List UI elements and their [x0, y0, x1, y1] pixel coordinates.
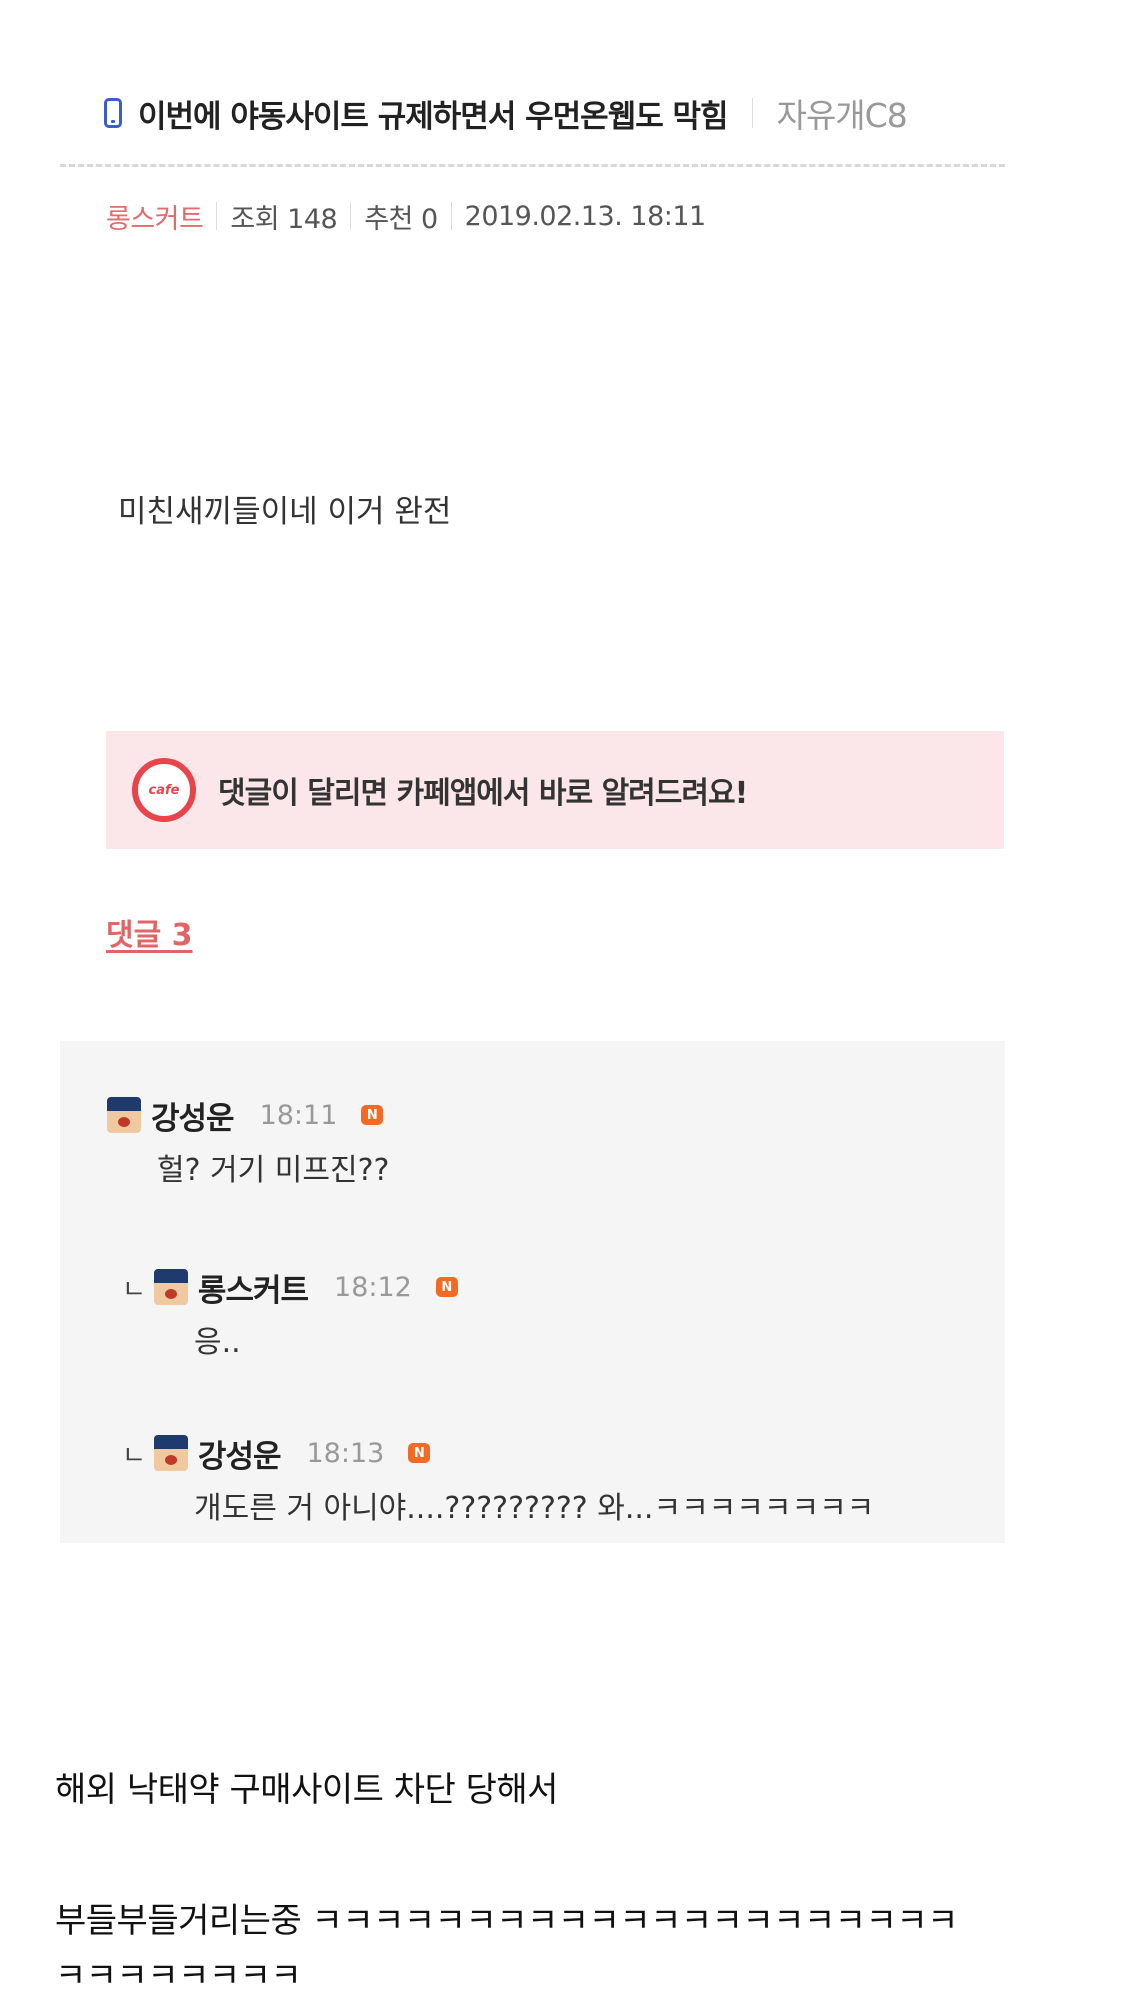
- new-badge-icon: N: [435, 1277, 458, 1297]
- post-author-link[interactable]: 롱스커트: [106, 197, 204, 236]
- comment-author[interactable]: 강성운: [151, 1093, 235, 1138]
- new-badge-icon: N: [408, 1443, 431, 1463]
- reply-item: ㄴ 강성운 18:13 N 개도른 거 아니야....????????? 와..…: [122, 1431, 874, 1527]
- comment-time: 18:12: [334, 1271, 412, 1303]
- avatar[interactable]: [107, 1097, 141, 1133]
- comment-text: 응..: [194, 1325, 241, 1360]
- mobile-phone-icon: [104, 98, 122, 128]
- reply-item: ㄴ 롱스커트 18:12 N 응..: [122, 1265, 458, 1361]
- caption-line-2: 부들부들거리는중 ㅋㅋㅋㅋㅋㅋㅋㅋㅋㅋㅋㅋㅋㅋㅋㅋㅋㅋㅋㅋㅋ: [55, 1901, 958, 1941]
- comment-text: 개도른 거 아니야....????????? 와...ㅋㅋㅋㅋㅋㅋㅋㅋ: [194, 1491, 875, 1526]
- cafe-logo-icon: cafe: [132, 758, 196, 822]
- notice-text: 댓글이 달리면 카페앱에서 바로 알려드려요!: [218, 776, 748, 811]
- avatar[interactable]: [153, 1435, 188, 1471]
- caption-line-1: 해외 낙태약 구매사이트 차단 당해서: [55, 1770, 558, 1810]
- post-title[interactable]: 이번에 야동사이트 규제하면서 우먼온웹도 막힘: [138, 91, 729, 136]
- avatar[interactable]: [153, 1269, 188, 1305]
- meta-divider: [450, 202, 452, 230]
- comment-author[interactable]: 강성운: [198, 1431, 282, 1476]
- view-count: 조회 148: [230, 203, 338, 235]
- comment-time: 18:13: [306, 1437, 385, 1469]
- comment-count-link[interactable]: 댓글 3: [106, 910, 193, 954]
- comment-item: 강성운 18:11 N 헐? 거기 미프진??: [107, 1093, 389, 1189]
- comment-header: ㄴ 강성운 18:13 N: [122, 1431, 874, 1475]
- comment-list: 강성운 18:11 N 헐? 거기 미프진?? ㄴ 롱스커트 18:12 N 응…: [60, 1041, 1005, 1543]
- reply-indicator: ㄴ: [122, 1440, 146, 1471]
- meta-divider: [350, 202, 352, 230]
- board-name-link[interactable]: 자유개C8: [777, 89, 908, 137]
- comment-time: 18:11: [259, 1099, 338, 1131]
- reply-indicator: ㄴ: [122, 1274, 146, 1305]
- comment-header: 강성운 18:11 N: [107, 1093, 389, 1137]
- comment-author[interactable]: 롱스커트: [198, 1265, 309, 1310]
- title-divider: [751, 98, 753, 128]
- post-page: 이번에 야동사이트 규제하면서 우먼온웹도 막힘 자유개C8 롱스커트 조회 1…: [0, 0, 1125, 2013]
- caption-line-3: ㅋㅋㅋㅋㅋㅋㅋㅋ: [55, 1956, 302, 1996]
- post-body-text: 미친새끼들이네 이거 완전: [118, 494, 452, 530]
- meta-divider: [216, 202, 218, 230]
- title-divider-line: [60, 164, 1005, 167]
- like-count: 추천 0: [364, 203, 438, 235]
- comment-header: ㄴ 롱스커트 18:12 N: [122, 1265, 458, 1309]
- cafe-app-notice-banner[interactable]: cafe 댓글이 달리면 카페앱에서 바로 알려드려요!: [106, 731, 1004, 849]
- post-meta: 롱스커트 조회 148 추천 0 2019.02.13. 18:11: [106, 196, 706, 236]
- new-badge-icon: N: [361, 1105, 384, 1125]
- post-datetime: 2019.02.13. 18:11: [464, 200, 707, 232]
- comment-text: 헐? 거기 미프진??: [157, 1153, 390, 1188]
- post-title-row: 이번에 야동사이트 규제하면서 우먼온웹도 막힘 자유개C8: [104, 88, 908, 138]
